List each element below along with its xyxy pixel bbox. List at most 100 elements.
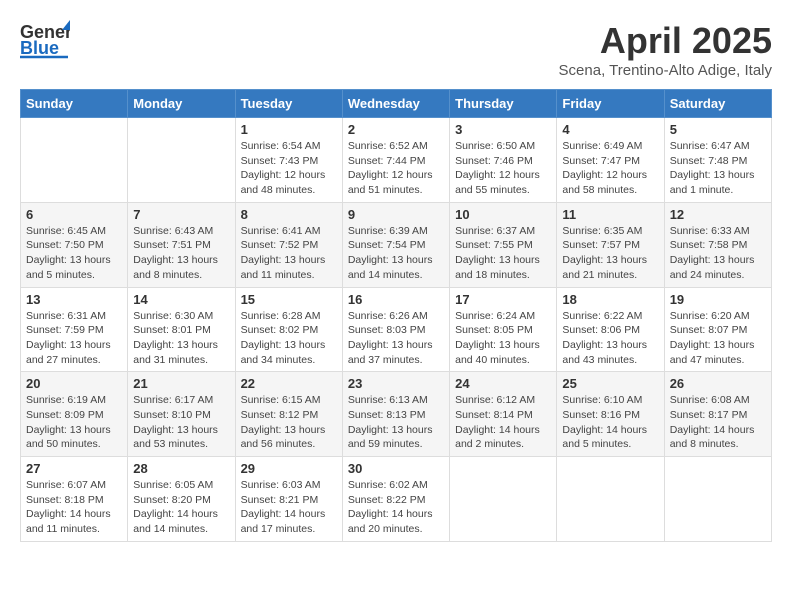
day-info: Sunrise: 6:15 AM Sunset: 8:12 PM Dayligh… [241, 393, 337, 452]
day-number: 10 [455, 207, 551, 222]
day-number: 28 [133, 461, 229, 476]
calendar-cell: 22 Sunrise: 6:15 AM Sunset: 8:12 PM Dayli… [235, 372, 342, 457]
day-number: 22 [241, 376, 337, 391]
day-number: 1 [241, 122, 337, 137]
calendar-cell: 16 Sunrise: 6:26 AM Sunset: 8:03 PM Dayli… [342, 287, 449, 372]
day-info: Sunrise: 6:31 AM Sunset: 7:59 PM Dayligh… [26, 309, 122, 368]
weekday-header-sunday: Sunday [21, 90, 128, 118]
weekday-header-monday: Monday [128, 90, 235, 118]
day-info: Sunrise: 6:30 AM Sunset: 8:01 PM Dayligh… [133, 309, 229, 368]
day-number: 25 [562, 376, 658, 391]
day-info: Sunrise: 6:49 AM Sunset: 7:47 PM Dayligh… [562, 139, 658, 198]
day-number: 14 [133, 292, 229, 307]
calendar-cell [21, 118, 128, 203]
calendar-cell: 10 Sunrise: 6:37 AM Sunset: 7:55 PM Dayli… [450, 202, 557, 287]
calendar-cell: 20 Sunrise: 6:19 AM Sunset: 8:09 PM Dayli… [21, 372, 128, 457]
day-info: Sunrise: 6:12 AM Sunset: 8:14 PM Dayligh… [455, 393, 551, 452]
day-number: 26 [670, 376, 766, 391]
calendar-cell: 8Sunrise: 6:41 AM Sunset: 7:52 PM Daylig… [235, 202, 342, 287]
calendar-table: SundayMondayTuesdayWednesdayThursdayFrid… [20, 89, 772, 542]
calendar-cell [664, 457, 771, 542]
day-info: Sunrise: 6:54 AM Sunset: 7:43 PM Dayligh… [241, 139, 337, 198]
day-info: Sunrise: 6:50 AM Sunset: 7:46 PM Dayligh… [455, 139, 551, 198]
weekday-header-tuesday: Tuesday [235, 90, 342, 118]
calendar-cell: 15Sunrise: 6:28 AM Sunset: 8:02 PM Dayli… [235, 287, 342, 372]
svg-text:Blue: Blue [20, 38, 59, 58]
day-number: 2 [348, 122, 444, 137]
day-info: Sunrise: 6:02 AM Sunset: 8:22 PM Dayligh… [348, 478, 444, 537]
day-info: Sunrise: 6:39 AM Sunset: 7:54 PM Dayligh… [348, 224, 444, 283]
calendar-cell [450, 457, 557, 542]
calendar-cell: 17 Sunrise: 6:24 AM Sunset: 8:05 PM Dayli… [450, 287, 557, 372]
day-number: 20 [26, 376, 122, 391]
day-info: Sunrise: 6:03 AM Sunset: 8:21 PM Dayligh… [241, 478, 337, 537]
day-info: Sunrise: 6:08 AM Sunset: 8:17 PM Dayligh… [670, 393, 766, 452]
day-number: 3 [455, 122, 551, 137]
calendar-week-row: 20 Sunrise: 6:19 AM Sunset: 8:09 PM Dayli… [21, 372, 772, 457]
logo: General Blue [20, 20, 70, 60]
day-number: 16 [348, 292, 444, 307]
weekday-header-friday: Friday [557, 90, 664, 118]
day-info: Sunrise: 6:07 AM Sunset: 8:18 PM Dayligh… [26, 478, 122, 537]
weekday-header-saturday: Saturday [664, 90, 771, 118]
calendar-cell: 19Sunrise: 6:20 AM Sunset: 8:07 PM Dayli… [664, 287, 771, 372]
weekday-header-wednesday: Wednesday [342, 90, 449, 118]
calendar-cell: 3 Sunrise: 6:50 AM Sunset: 7:46 PM Daylig… [450, 118, 557, 203]
day-number: 7 [133, 207, 229, 222]
calendar-week-row: 1 Sunrise: 6:54 AM Sunset: 7:43 PM Daylig… [21, 118, 772, 203]
day-info: Sunrise: 6:47 AM Sunset: 7:48 PM Dayligh… [670, 139, 766, 198]
calendar-cell [557, 457, 664, 542]
calendar-cell: 30 Sunrise: 6:02 AM Sunset: 8:22 PM Dayli… [342, 457, 449, 542]
day-number: 17 [455, 292, 551, 307]
weekday-header-row: SundayMondayTuesdayWednesdayThursdayFrid… [21, 90, 772, 118]
calendar-cell: 29 Sunrise: 6:03 AM Sunset: 8:21 PM Dayli… [235, 457, 342, 542]
day-info: Sunrise: 6:19 AM Sunset: 8:09 PM Dayligh… [26, 393, 122, 452]
day-info: Sunrise: 6:26 AM Sunset: 8:03 PM Dayligh… [348, 309, 444, 368]
day-info: Sunrise: 6:17 AM Sunset: 8:10 PM Dayligh… [133, 393, 229, 452]
day-number: 30 [348, 461, 444, 476]
day-number: 19 [670, 292, 766, 307]
calendar-cell: 21Sunrise: 6:17 AM Sunset: 8:10 PM Dayli… [128, 372, 235, 457]
day-info: Sunrise: 6:24 AM Sunset: 8:05 PM Dayligh… [455, 309, 551, 368]
day-number: 9 [348, 207, 444, 222]
calendar-cell: 27 Sunrise: 6:07 AM Sunset: 8:18 PM Dayli… [21, 457, 128, 542]
calendar-cell: 6Sunrise: 6:45 AM Sunset: 7:50 PM Daylig… [21, 202, 128, 287]
day-info: Sunrise: 6:37 AM Sunset: 7:55 PM Dayligh… [455, 224, 551, 283]
calendar-week-row: 27 Sunrise: 6:07 AM Sunset: 8:18 PM Dayli… [21, 457, 772, 542]
day-number: 5 [670, 122, 766, 137]
calendar-cell: 28Sunrise: 6:05 AM Sunset: 8:20 PM Dayli… [128, 457, 235, 542]
calendar-cell: 24 Sunrise: 6:12 AM Sunset: 8:14 PM Dayli… [450, 372, 557, 457]
calendar-week-row: 13 Sunrise: 6:31 AM Sunset: 7:59 PM Dayli… [21, 287, 772, 372]
weekday-header-thursday: Thursday [450, 90, 557, 118]
calendar-subtitle: Scena, Trentino-Alto Adige, Italy [559, 62, 772, 79]
day-number: 18 [562, 292, 658, 307]
title-block: April 2025 Scena, Trentino-Alto Adige, I… [559, 20, 772, 79]
calendar-cell: 12 Sunrise: 6:33 AM Sunset: 7:58 PM Dayli… [664, 202, 771, 287]
day-number: 4 [562, 122, 658, 137]
calendar-cell: 18 Sunrise: 6:22 AM Sunset: 8:06 PM Dayli… [557, 287, 664, 372]
day-info: Sunrise: 6:43 AM Sunset: 7:51 PM Dayligh… [133, 224, 229, 283]
day-number: 29 [241, 461, 337, 476]
calendar-cell: 23Sunrise: 6:13 AM Sunset: 8:13 PM Dayli… [342, 372, 449, 457]
day-number: 13 [26, 292, 122, 307]
day-info: Sunrise: 6:10 AM Sunset: 8:16 PM Dayligh… [562, 393, 658, 452]
day-info: Sunrise: 6:41 AM Sunset: 7:52 PM Dayligh… [241, 224, 337, 283]
day-info: Sunrise: 6:28 AM Sunset: 8:02 PM Dayligh… [241, 309, 337, 368]
calendar-cell: 26 Sunrise: 6:08 AM Sunset: 8:17 PM Dayli… [664, 372, 771, 457]
day-info: Sunrise: 6:33 AM Sunset: 7:58 PM Dayligh… [670, 224, 766, 283]
calendar-cell: 1 Sunrise: 6:54 AM Sunset: 7:43 PM Daylig… [235, 118, 342, 203]
day-info: Sunrise: 6:13 AM Sunset: 8:13 PM Dayligh… [348, 393, 444, 452]
calendar-cell: 25 Sunrise: 6:10 AM Sunset: 8:16 PM Dayli… [557, 372, 664, 457]
page-header: General Blue April 2025 Scena, Trentino-… [20, 20, 772, 79]
calendar-cell [128, 118, 235, 203]
calendar-week-row: 6Sunrise: 6:45 AM Sunset: 7:50 PM Daylig… [21, 202, 772, 287]
calendar-cell: 4 Sunrise: 6:49 AM Sunset: 7:47 PM Daylig… [557, 118, 664, 203]
day-number: 24 [455, 376, 551, 391]
day-number: 27 [26, 461, 122, 476]
day-info: Sunrise: 6:22 AM Sunset: 8:06 PM Dayligh… [562, 309, 658, 368]
day-number: 6 [26, 207, 122, 222]
day-info: Sunrise: 6:52 AM Sunset: 7:44 PM Dayligh… [348, 139, 444, 198]
day-number: 12 [670, 207, 766, 222]
day-info: Sunrise: 6:35 AM Sunset: 7:57 PM Dayligh… [562, 224, 658, 283]
calendar-cell: 13 Sunrise: 6:31 AM Sunset: 7:59 PM Dayli… [21, 287, 128, 372]
